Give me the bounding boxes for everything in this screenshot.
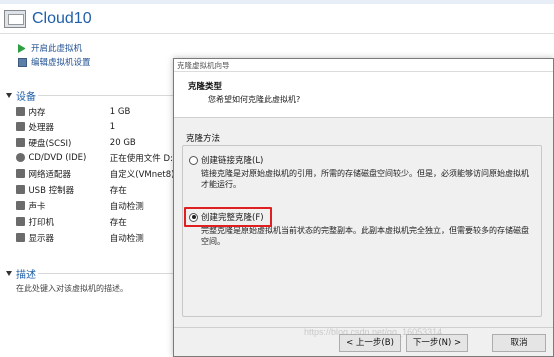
printer-icon [16,217,26,226]
linked-clone-description: 链接克隆是对原始虚拟机的引用，所需的存储磁盘空间较少。但是，必须能够访问原始虚拟… [201,169,529,189]
device-row-sound-card[interactable]: 声卡 自动检测 [16,199,176,212]
dialog-title: 克隆虚拟机向导 [174,59,553,72]
back-button[interactable]: < 上一步(B) [339,334,401,352]
vm-title: Cloud10 [32,10,92,27]
device-name: 内存 [28,107,46,118]
collapse-triangle-icon [6,271,12,276]
device-row-printer[interactable]: 打印机 存在 [16,215,176,228]
cancel-button[interactable]: 取消 [492,334,546,352]
full-clone-description: 完整克隆是原始虚拟机当前状态的完整副本。此副本虚拟机完全独立，但需要较多的存储磁… [201,226,529,246]
device-row-cd-dvd[interactable]: CD/DVD (IDE) 正在使用文件 D:… [16,151,176,164]
processor-icon [16,122,26,131]
clone-method-group: 创建链接克隆(L) 链接克隆是对原始虚拟机的引用，所需的存储磁盘空间较少。但是，… [182,145,542,317]
device-value: 20 GB [109,137,136,148]
devices-divider [38,95,174,96]
linked-clone-option[interactable]: 创建链接克隆(L) [189,154,263,166]
linked-clone-radio[interactable] [189,155,198,165]
device-row-hard-disk[interactable]: 硬盘(SCSI) 20 GB [16,136,176,149]
device-name: 打印机 [28,217,54,228]
edit-settings-label: 编辑虚拟机设置 [31,58,91,68]
divider [0,33,554,34]
next-button[interactable]: 下一步(N) > [406,334,468,352]
display-icon [16,233,26,242]
clone-vm-wizard-dialog: 克隆虚拟机向导 克隆类型 您希望如何克隆此虚拟机? 克隆方法 创建链接克隆(L)… [173,58,554,357]
device-row-memory[interactable]: 内存 1 GB [16,105,176,118]
device-name: 网络适配器 [28,169,71,180]
power-on-vm-link[interactable]: 开启此虚拟机 [18,42,82,54]
device-row-network-adapter[interactable]: 网络适配器 自定义(VMnet8) [16,167,176,180]
sound-card-icon [16,201,26,210]
device-value: 自动检测 [109,233,144,244]
device-row-display[interactable]: 显示器 自动检测 [16,231,176,244]
device-name: 处理器 [28,122,54,133]
device-value: 自定义(VMnet8) [109,169,175,180]
device-name: CD/DVD (IDE) [28,152,87,163]
description-divider [38,273,174,274]
edit-settings-icon [18,57,27,67]
edit-vm-settings-link[interactable]: 编辑虚拟机设置 [18,56,91,68]
device-name: 声卡 [28,201,46,212]
device-value: 存在 [109,217,127,228]
devices-section-header[interactable]: 设备 [6,88,36,103]
top-strip [0,0,554,4]
device-value: 1 GB [109,106,131,117]
description-section-header[interactable]: 描述 [6,266,36,281]
linked-clone-label: 创建链接克隆(L) [201,156,264,166]
memory-icon [16,107,26,116]
power-on-label: 开启此虚拟机 [31,44,83,54]
devices-section-label: 设备 [16,92,36,103]
device-row-usb[interactable]: USB 控制器 存在 [16,183,176,196]
wizard-header: 克隆类型 您希望如何克隆此虚拟机? [174,72,553,118]
device-value: 正在使用文件 D:… [109,153,176,164]
usb-icon [16,185,26,194]
clone-method-label: 克隆方法 [186,134,221,144]
device-value: 自动检测 [109,201,144,212]
device-row-processor[interactable]: 处理器 1 [16,120,176,133]
description-section-label: 描述 [16,270,36,281]
device-name: USB 控制器 [28,185,75,196]
wizard-step-subtitle: 您希望如何克隆此虚拟机? [208,95,301,104]
device-value: 存在 [109,185,127,196]
play-icon [18,43,27,53]
collapse-triangle-icon [6,93,12,98]
virtual-machine-icon [4,10,26,28]
network-adapter-icon [16,169,26,178]
selection-highlight-box [184,207,272,227]
vm-title-row: Cloud10 [4,6,92,32]
hard-disk-icon [16,138,26,147]
device-name: 显示器 [28,233,54,244]
cd-dvd-icon [16,153,26,162]
description-placeholder[interactable]: 在此处键入对该虚拟机的描述。 [16,283,128,294]
wizard-step-title: 克隆类型 [188,82,223,92]
device-value: 1 [109,121,116,132]
device-name: 硬盘(SCSI) [28,138,72,149]
